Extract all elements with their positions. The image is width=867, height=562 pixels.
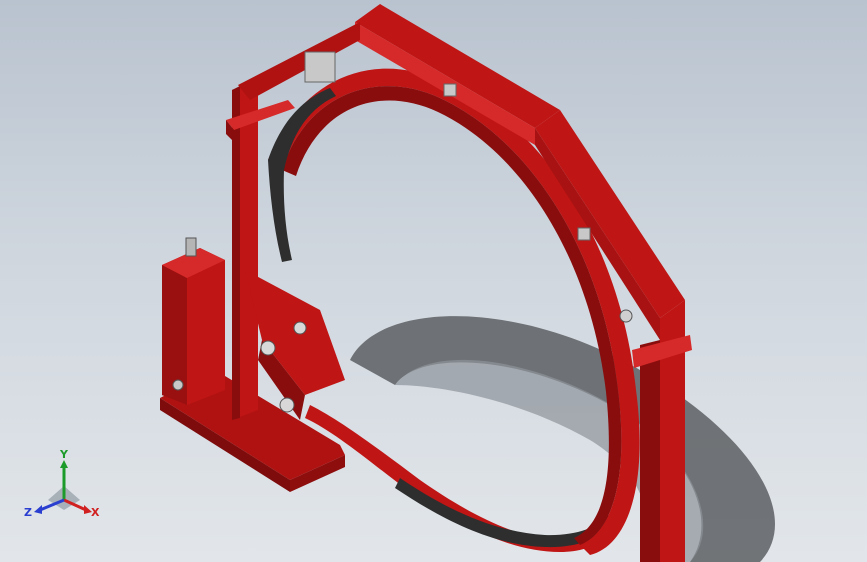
pivot-pin-3 (279, 397, 295, 413)
lever-arm[interactable] (245, 270, 345, 395)
frame-clip-right (577, 227, 591, 241)
ring-shadow (350, 316, 775, 562)
triad-x-label: X (91, 506, 100, 519)
triad-y-arrow (60, 460, 68, 468)
actuator-bolt (172, 379, 184, 391)
brake-ring-outer[interactable] (268, 68, 640, 555)
triad-z-arrow (34, 505, 42, 514)
cad-viewport[interactable]: Y X Z (0, 0, 867, 562)
pivot-pin (260, 340, 276, 356)
pivot-pin-2 (293, 321, 307, 335)
actuator-fitting (185, 237, 197, 257)
spring-assembly (304, 51, 336, 83)
frame-right-post-side (640, 340, 660, 562)
axis-triad[interactable]: Y X Z (22, 448, 106, 528)
frame-bolt (619, 309, 633, 323)
triad-y-label: Y (59, 448, 69, 461)
frame-clip-top (443, 83, 457, 97)
brake-assembly-model[interactable] (0, 0, 867, 562)
triad-z-label: Z (24, 506, 32, 519)
